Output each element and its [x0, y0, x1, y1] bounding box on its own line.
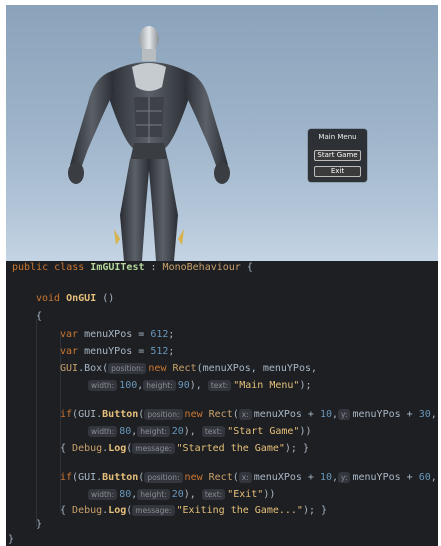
indent-guide: [60, 333, 61, 513]
code-line-8: if(GUI.Button(position: new Rect(x: menuXP…: [60, 408, 437, 420]
main-menu-box: Main Menu Start Game Exit: [308, 129, 367, 182]
code-line-5: var menuYPos = 512;: [60, 346, 175, 357]
code-line-1: public class ImGUITest : MonoBehaviour {: [12, 262, 253, 273]
start-game-button[interactable]: Start Game: [314, 150, 361, 161]
code-line-13: { Debug.Log(message: "Exiting the Game...…: [60, 504, 328, 516]
param-hint: message:: [132, 442, 175, 454]
main-menu-title: Main Menu: [318, 133, 357, 141]
param-hint: width:: [88, 425, 118, 437]
code-line-2: void OnGUI (): [36, 293, 115, 304]
param-hint: text:: [201, 488, 226, 500]
character-model: [68, 26, 230, 261]
code-line-12: width: 80, height: 20), text: "Exit")): [88, 488, 275, 502]
code-line-6: GUI.Box(position: new Rect(menuXPos, menu…: [60, 362, 318, 374]
code-line-3: {: [36, 311, 43, 322]
param-hint: text:: [201, 425, 226, 437]
code-line-4: var menuXPos = 612;: [60, 329, 175, 340]
param-hint: height:: [137, 488, 170, 500]
param-hint: position:: [144, 471, 183, 483]
code-line-10: { Debug.Log(message: "Started the Game");…: [60, 442, 309, 454]
code-line-7: width: 100, height: 90), text: "Main Menu");: [88, 379, 311, 393]
param-hint: height:: [137, 425, 170, 437]
code-line-15: }: [8, 534, 15, 545]
param-hint: width:: [88, 379, 118, 391]
indent-guide: [36, 319, 37, 527]
param-hint: text:: [207, 379, 232, 391]
code-line-14: }: [36, 519, 43, 530]
param-hint: position:: [108, 362, 147, 374]
param-hint: width:: [88, 488, 118, 500]
param-hint: message:: [132, 504, 175, 516]
param-hint: position:: [144, 408, 183, 420]
code-line-9: width: 80, height: 20), text: "Start Game")): [88, 425, 311, 439]
param-hint: x:: [238, 471, 252, 483]
param-hint: y:: [338, 471, 351, 483]
param-hint: height:: [143, 379, 176, 391]
exit-button[interactable]: Exit: [314, 166, 361, 177]
game-view: Main Menu Start Game Exit: [6, 5, 438, 261]
param-hint: y:: [338, 408, 351, 420]
param-hint: x:: [238, 408, 252, 420]
code-line-11: if(GUI.Button(position: new Rect(x: menuXP…: [60, 471, 437, 483]
code-editor[interactable]: public class ImGUITest : MonoBehaviour {…: [6, 261, 438, 546]
